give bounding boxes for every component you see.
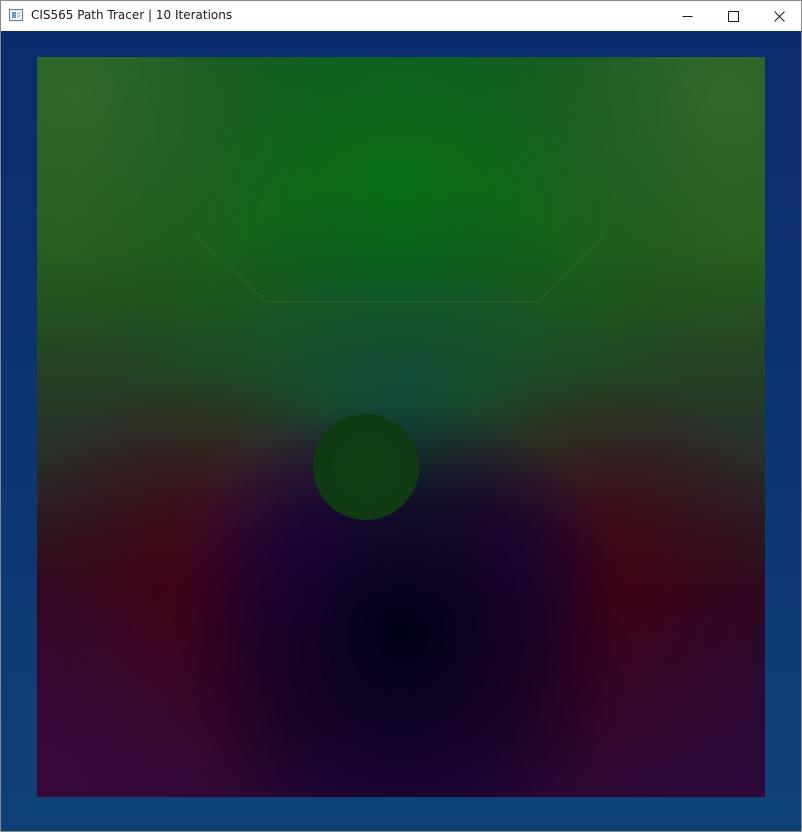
- sphere: [313, 414, 419, 520]
- app-icon: [9, 9, 23, 21]
- maximize-icon: [727, 10, 739, 22]
- minimize-icon: [682, 11, 693, 22]
- render-viewport[interactable]: [1, 31, 801, 831]
- rendered-image: [37, 57, 765, 797]
- minimize-button[interactable]: [664, 1, 710, 31]
- close-icon: [773, 10, 785, 22]
- close-button[interactable]: [756, 1, 801, 31]
- window-title: CIS565 Path Tracer | 10 Iterations: [31, 8, 233, 22]
- app-window: CIS565 Path Tracer | 10 Iterations: [0, 0, 802, 832]
- maximize-button[interactable]: [710, 1, 756, 31]
- title-bar[interactable]: CIS565 Path Tracer | 10 Iterations: [1, 1, 801, 31]
